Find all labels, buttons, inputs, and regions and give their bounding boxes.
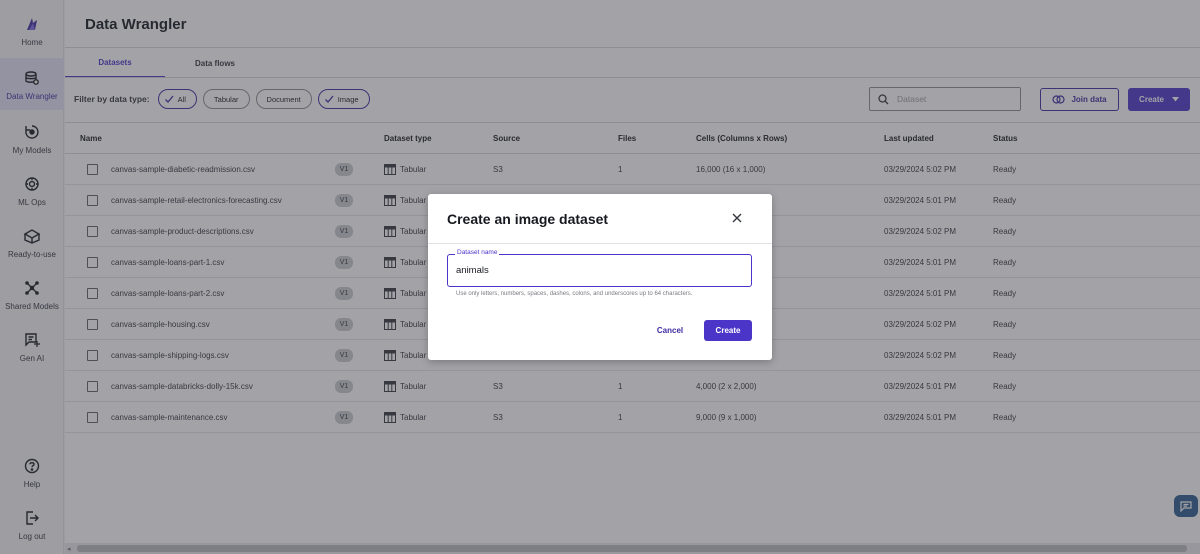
dataset-name-helper: Use only letters, numbers, spaces, dashe… — [456, 291, 693, 297]
cancel-button[interactable]: Cancel — [648, 320, 692, 340]
close-icon[interactable] — [730, 211, 744, 225]
dataset-name-label: Dataset name — [455, 249, 500, 256]
dataset-name-field: Dataset name — [447, 249, 752, 287]
dialog-title: Create an image dataset — [447, 211, 609, 227]
create-dataset-button[interactable]: Create — [704, 320, 752, 341]
divider — [428, 243, 772, 244]
create-image-dataset-dialog: Create an image dataset Dataset name Use… — [428, 194, 772, 360]
dataset-name-input[interactable] — [456, 265, 741, 276]
